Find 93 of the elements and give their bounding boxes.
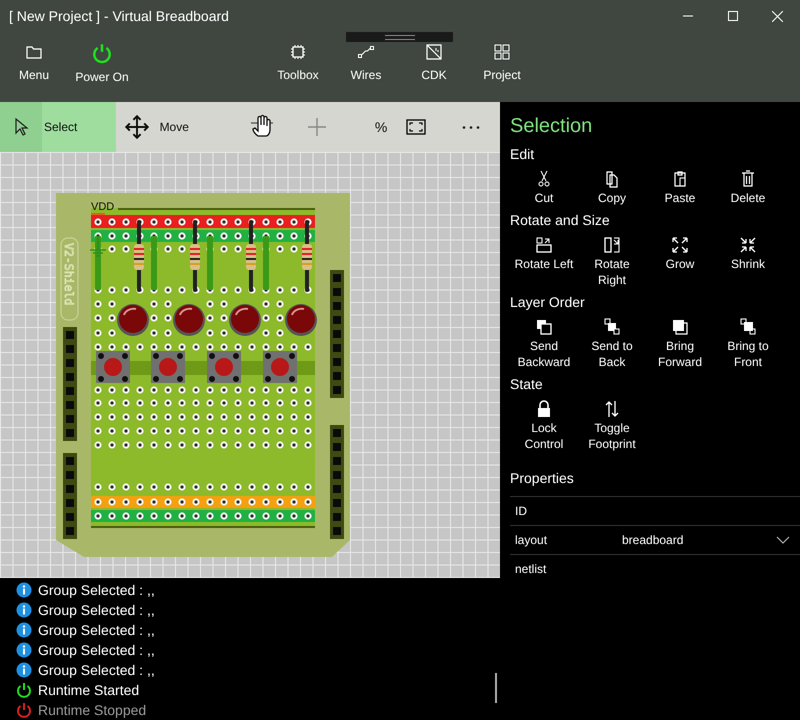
resistor-drawing xyxy=(302,220,312,292)
info-icon xyxy=(16,622,32,638)
info-icon xyxy=(16,602,32,618)
log-message: Group Selected : ,, xyxy=(38,642,155,658)
jumper-wire xyxy=(95,236,101,290)
resistor-drawing xyxy=(246,220,256,292)
resistor-drawing xyxy=(134,220,144,292)
rotate-left-icon xyxy=(534,235,554,255)
action-button[interactable]: Grow xyxy=(646,235,714,288)
jumper-wire xyxy=(151,236,157,290)
log-message: Group Selected : ,, xyxy=(38,602,155,618)
power-icon xyxy=(16,702,32,718)
rail-label: VDD xyxy=(91,201,114,213)
plus-icon xyxy=(306,117,327,137)
section-heading: State xyxy=(510,376,544,392)
action-button[interactable]: Bring to Front xyxy=(714,317,782,370)
log-message: Group Selected : ,, xyxy=(38,662,155,678)
move-icon xyxy=(124,115,149,139)
property-name: netlist xyxy=(515,562,548,576)
chevron-icon xyxy=(776,536,790,544)
push-button-drawing xyxy=(263,351,297,383)
action-button[interactable]: Delete xyxy=(714,169,782,206)
grid-icon xyxy=(492,42,512,62)
action-button[interactable]: Shrink xyxy=(714,235,782,288)
action-button[interactable]: Toggle Footprint xyxy=(578,399,646,452)
chip-icon xyxy=(288,42,308,62)
board-strip xyxy=(297,361,315,375)
jumper-wire xyxy=(263,236,269,290)
board-strip xyxy=(241,361,263,375)
led-drawing xyxy=(285,304,317,336)
section-heading: Rotate and Size xyxy=(510,212,611,228)
ground-symbol-icon xyxy=(89,235,107,257)
toolbox-button[interactable]: Toolbox xyxy=(264,42,332,82)
send-backward-icon xyxy=(534,317,554,337)
layout-dropdown[interactable]: breadboard xyxy=(622,526,800,554)
fit-screen-icon xyxy=(406,117,426,137)
jumper-wire xyxy=(207,236,213,290)
push-button-drawing xyxy=(96,351,130,383)
send-to-back-icon xyxy=(602,317,622,337)
window-title: [ New Project ] - Virtual Breadboard xyxy=(8,8,230,24)
board-strip xyxy=(130,361,151,375)
wires-button[interactable]: Wires xyxy=(332,42,400,82)
maximize-icon xyxy=(728,11,738,21)
info-icon xyxy=(16,582,32,598)
rail-marker xyxy=(91,213,105,215)
led-drawing xyxy=(117,304,149,336)
action-button[interactable]: Send to Back xyxy=(578,317,646,370)
action-button[interactable]: Rotate Left xyxy=(510,235,578,288)
drag-handle[interactable] xyxy=(346,32,453,42)
action-button[interactable]: Cut xyxy=(510,169,578,206)
silkscreen-label: V2-Shield xyxy=(60,238,78,320)
section-heading: Edit xyxy=(510,146,536,162)
bring-to-front-icon xyxy=(738,317,758,337)
property-name: ID xyxy=(515,504,528,518)
action-button[interactable]: Copy xyxy=(578,169,646,206)
menu-button[interactable]: Menu xyxy=(0,42,68,82)
bring-forward-icon xyxy=(670,317,690,337)
scrollbar[interactable] xyxy=(495,673,497,703)
led-drawing xyxy=(229,304,261,336)
log-message: Group Selected : ,, xyxy=(38,622,155,638)
zoom-button[interactable]: % xyxy=(360,102,402,152)
close-icon xyxy=(772,10,783,22)
move-tool[interactable]: Move xyxy=(116,102,232,152)
action-button[interactable]: Paste xyxy=(646,169,714,206)
panel-title: Selection xyxy=(510,115,594,138)
collapse-icon xyxy=(738,235,758,255)
log-message: Group Selected : ,, xyxy=(38,582,155,598)
power-icon xyxy=(16,682,32,698)
project-button[interactable]: Project xyxy=(468,42,536,82)
section-heading: Properties xyxy=(510,470,575,486)
action-button[interactable]: Lock Control xyxy=(510,399,578,452)
info-icon xyxy=(16,662,32,678)
action-button[interactable]: Bring Forward xyxy=(646,317,714,370)
led-drawing xyxy=(173,304,205,336)
expand-icon xyxy=(670,235,690,255)
log-message: Runtime Started xyxy=(38,682,140,698)
section-heading: Layer Order xyxy=(510,294,586,310)
cdk-button[interactable]: CDK xyxy=(400,42,468,82)
property-name: layout xyxy=(515,533,548,547)
resistor-drawing xyxy=(190,220,200,292)
push-button-drawing xyxy=(207,351,241,383)
log-message: Runtime Stopped xyxy=(38,702,146,718)
board-strip xyxy=(91,361,96,375)
select-tool[interactable]: Select xyxy=(0,102,116,152)
board-strip xyxy=(185,361,207,375)
rotate-right-icon xyxy=(602,235,622,255)
info-icon xyxy=(16,642,32,658)
ruler-icon xyxy=(424,42,444,62)
power-button[interactable]: Power On xyxy=(68,42,136,84)
more-icon xyxy=(462,126,480,128)
action-button[interactable]: Rotate Right xyxy=(578,235,646,288)
action-button[interactable]: Send Backward xyxy=(510,317,578,370)
push-button-drawing xyxy=(151,351,185,383)
